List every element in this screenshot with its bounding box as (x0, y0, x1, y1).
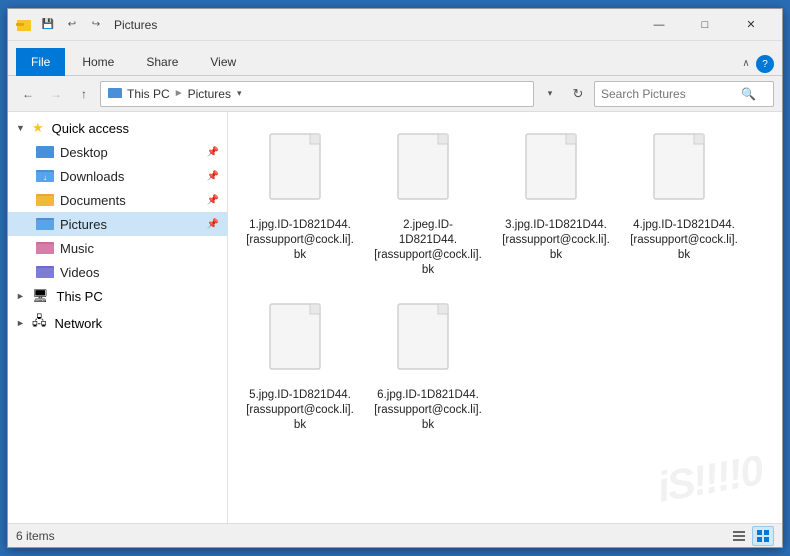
ribbon: File Home Share View ∧ ? (8, 41, 782, 76)
sidebar-label-this-pc: This PC (57, 289, 103, 304)
svg-text:↓: ↓ (43, 173, 47, 182)
status-bar: 6 items (8, 523, 782, 547)
file-icon-2 (393, 132, 463, 212)
desktop-folder-icon (36, 143, 54, 161)
up-button[interactable]: ↑ (72, 82, 96, 106)
close-button[interactable]: ✕ (728, 9, 774, 41)
tab-file[interactable]: File (16, 48, 65, 76)
search-icon: 🔍 (741, 87, 756, 101)
view-controls (728, 526, 774, 546)
file-item-6[interactable]: 6.jpg.ID-1D821D44.[rassupport@cock.li].b… (368, 294, 488, 441)
file-icon-6 (393, 302, 463, 382)
file-icon-3 (521, 132, 591, 212)
sidebar-item-videos[interactable]: Videos (8, 260, 227, 284)
sidebar-label-network: Network (55, 316, 103, 331)
maximize-button[interactable]: □ (682, 9, 728, 41)
detail-view-btn[interactable] (728, 526, 750, 546)
sidebar-item-downloads[interactable]: ↓ Downloads 📌 (8, 164, 227, 188)
sidebar-label-pictures: Pictures (60, 217, 107, 232)
search-box[interactable]: 🔍 (594, 81, 774, 107)
breadcrumb-icon (107, 84, 123, 103)
music-folder-icon (36, 239, 54, 257)
title-bar: 💾 ↩ ↪ Pictures — □ ✕ (8, 9, 782, 41)
main-content: ▼ ★ Quick access Desktop 📌 ↓ Downloads (8, 112, 782, 523)
window-controls: — □ ✕ (636, 9, 774, 41)
sidebar: ▼ ★ Quick access Desktop 📌 ↓ Downloads (8, 112, 228, 523)
sidebar-label-downloads: Downloads (60, 169, 124, 184)
sidebar-item-documents[interactable]: Documents 📌 (8, 188, 227, 212)
sidebar-label-music: Music (60, 241, 94, 256)
address-bar: ← → ↑ This PC ► Pictures ▾ ▾ ↻ 🔍 (8, 76, 782, 112)
redo-qat-btn[interactable]: ↪ (86, 15, 106, 35)
back-button[interactable]: ← (16, 82, 40, 106)
sidebar-section-quick-access: ▼ ★ Quick access Desktop 📌 ↓ Downloads (8, 116, 227, 284)
file-name-6: 6.jpg.ID-1D821D44.[rassupport@cock.li].b… (374, 388, 482, 433)
file-icon-4 (649, 132, 719, 212)
ribbon-tabs: File Home Share View ∧ ? (8, 41, 782, 75)
chevron-right-icon-pc: ► (16, 291, 28, 301)
sidebar-label-documents: Documents (60, 193, 126, 208)
sidebar-item-desktop[interactable]: Desktop 📌 (8, 140, 227, 164)
file-item-1[interactable]: 1.jpg.ID-1D821D44.[rassupport@cock.li].b… (240, 124, 360, 286)
pictures-folder-icon (36, 215, 54, 233)
file-name-2: 2.jpeg.ID-1D821D44.[rassupport@cock.li].… (374, 218, 482, 278)
dropdown-recent-icon[interactable]: ▾ (538, 82, 562, 106)
pin-icon-documents: 📌 (207, 195, 219, 206)
forward-button[interactable]: → (44, 82, 68, 106)
star-icon: ★ (32, 120, 44, 136)
tab-home[interactable]: Home (67, 48, 129, 76)
file-item-5[interactable]: 5.jpg.ID-1D821D44.[rassupport@cock.li].b… (240, 294, 360, 441)
videos-folder-icon (36, 263, 54, 281)
ribbon-collapse-btn[interactable]: ∧ (736, 53, 756, 73)
sidebar-section-network: ► 🖧 Network (8, 308, 227, 338)
pin-icon-pictures: 📌 (207, 219, 219, 230)
file-name-4: 4.jpg.ID-1D821D44.[rassupport@cock.li].b… (630, 218, 738, 263)
sidebar-header-this-pc[interactable]: ► 🖥 This PC (8, 284, 227, 308)
file-name-5: 5.jpg.ID-1D821D44.[rassupport@cock.li].b… (246, 388, 354, 433)
chevron-down-icon: ▼ (16, 123, 28, 133)
file-item-2[interactable]: 2.jpeg.ID-1D821D44.[rassupport@cock.li].… (368, 124, 488, 286)
watermark: iS!!!!0 (654, 446, 766, 512)
sidebar-label-quick-access: Quick access (52, 121, 129, 136)
file-item-3[interactable]: 3.jpg.ID-1D821D44.[rassupport@cock.li].b… (496, 124, 616, 286)
breadcrumb-pictures: Pictures (188, 87, 231, 101)
file-name-1: 1.jpg.ID-1D821D44.[rassupport@cock.li].b… (246, 218, 354, 263)
breadcrumb[interactable]: This PC ► Pictures ▾ (100, 81, 534, 107)
explorer-window: 💾 ↩ ↪ Pictures — □ ✕ File Home Share Vie… (7, 8, 783, 548)
file-area: 1.jpg.ID-1D821D44.[rassupport@cock.li].b… (228, 112, 782, 523)
refresh-button[interactable]: ↻ (566, 82, 590, 106)
undo-qat-btn[interactable]: ↩ (62, 15, 82, 35)
sidebar-label-videos: Videos (60, 265, 100, 280)
window-title: Pictures (114, 18, 636, 32)
quick-access-toolbar: 💾 ↩ ↪ (38, 15, 106, 35)
file-icon-1 (265, 132, 335, 212)
file-icon-5 (265, 302, 335, 382)
help-btn[interactable]: ? (756, 55, 774, 73)
icon-view-btn[interactable] (752, 526, 774, 546)
breadcrumb-thispc: This PC (127, 87, 170, 101)
documents-folder-icon (36, 191, 54, 209)
pin-icon: 📌 (207, 147, 219, 158)
chevron-right-icon-network: ► (16, 318, 28, 328)
tab-share[interactable]: Share (131, 48, 193, 76)
file-item-4[interactable]: 4.jpg.ID-1D821D44.[rassupport@cock.li].b… (624, 124, 744, 286)
pin-icon-downloads: 📌 (207, 171, 219, 182)
sidebar-section-this-pc: ► 🖥 This PC (8, 284, 227, 308)
save-qat-btn[interactable]: 💾 (38, 15, 58, 35)
sidebar-label-desktop: Desktop (60, 145, 108, 160)
network-icon: 🖧 (32, 312, 47, 334)
sidebar-header-network[interactable]: ► 🖧 Network (8, 308, 227, 338)
tab-view[interactable]: View (195, 48, 251, 76)
sidebar-header-quick-access[interactable]: ▼ ★ Quick access (8, 116, 227, 140)
item-count: 6 items (16, 529, 55, 543)
search-input[interactable] (601, 87, 741, 101)
downloads-folder-icon: ↓ (36, 167, 54, 185)
computer-icon: 🖥 (32, 288, 49, 304)
sidebar-item-music[interactable]: Music (8, 236, 227, 260)
window-icon (16, 17, 32, 33)
minimize-button[interactable]: — (636, 9, 682, 41)
breadcrumb-dropdown-icon[interactable]: ▾ (237, 88, 242, 99)
file-name-3: 3.jpg.ID-1D821D44.[rassupport@cock.li].b… (502, 218, 610, 263)
sidebar-item-pictures[interactable]: Pictures 📌 (8, 212, 227, 236)
